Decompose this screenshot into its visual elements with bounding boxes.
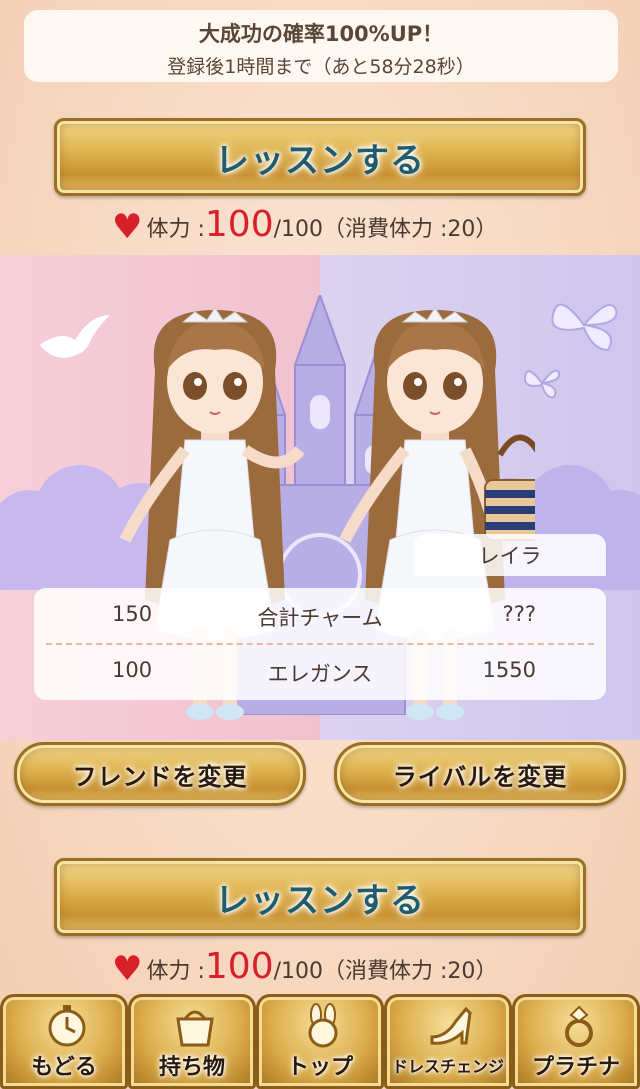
bonus-title: 大成功の確率100%UP！ — [198, 22, 444, 46]
bonus-banner: 大成功の確率100%UP！ 登録後1時間まで（あと58分28秒） — [24, 10, 618, 82]
nav-top[interactable]: トップ — [256, 994, 384, 1089]
stamina-label: 体力 : — [146, 217, 205, 242]
nav-items-label: 持ち物 — [158, 1055, 225, 1080]
stat-row-total-charm: 150 合計チャーム ??? — [34, 588, 606, 644]
stamina-display-top: ♥ 体力 : 100 /100（消費体力 :20） — [112, 204, 542, 248]
stamina-label: 体力 : — [146, 959, 205, 984]
ring-icon — [565, 1005, 593, 1047]
stamina-current: 100 — [204, 204, 274, 245]
lesson-button-top[interactable]: レッスンする — [54, 118, 586, 196]
butterfly-decoration — [551, 303, 618, 352]
rival-elegance: 1550 — [482, 658, 536, 682]
bottom-navigation: もどる 持ち物 トップ ドレスチェンジ プラチナ — [0, 994, 640, 1089]
change-friend-label: フレンドを変更 — [72, 761, 248, 791]
bag-icon — [176, 1010, 214, 1047]
change-rival-button[interactable]: ライバルを変更 — [334, 742, 626, 806]
nav-platinum[interactable]: プラチナ — [512, 994, 640, 1089]
stamina-current: 100 — [204, 946, 274, 987]
lesson-button-bottom[interactable]: レッスンする — [54, 858, 586, 936]
stamina-rest: /100（消費体力 :20） — [273, 959, 498, 984]
change-rival-label: ライバルを変更 — [392, 761, 568, 791]
high-heel-icon — [430, 1006, 472, 1045]
stat-row-elegance: 100 エレガンス 1550 — [34, 644, 606, 700]
stamina-display-bottom: ♥ 体力 : 100 /100（消費体力 :20） — [112, 946, 542, 990]
nav-top-label: トップ — [286, 1055, 353, 1080]
rival-name: レイラ — [478, 544, 542, 568]
nav-dress-change[interactable]: ドレスチェンジ — [384, 994, 512, 1089]
nav-back[interactable]: もどる — [0, 994, 128, 1089]
heart-icon: ♥ — [112, 949, 143, 989]
lesson-button-label: レッスンする — [215, 880, 425, 921]
nav-back-label: もどる — [31, 1055, 97, 1080]
nav-dress-change-label: ドレスチェンジ — [391, 1057, 504, 1076]
change-friend-button[interactable]: フレンドを変更 — [14, 742, 306, 806]
rival-total-charm: ??? — [502, 602, 536, 626]
bunny-icon — [308, 1003, 338, 1048]
stamina-rest: /100（消費体力 :20） — [273, 217, 498, 242]
heart-icon: ♥ — [112, 207, 143, 247]
bonus-timer: 登録後1時間まで（あと58分28秒） — [167, 56, 475, 78]
nav-platinum-label: プラチナ — [531, 1055, 620, 1080]
clock-icon — [48, 1005, 86, 1047]
stats-comparison-panel: 150 合計チャーム ??? 100 エレガンス 1550 — [34, 588, 606, 700]
rival-name-label: レイラ — [414, 534, 606, 576]
dove-decoration — [40, 315, 110, 358]
nav-items[interactable]: 持ち物 — [128, 994, 256, 1089]
lesson-button-label: レッスンする — [215, 140, 425, 181]
